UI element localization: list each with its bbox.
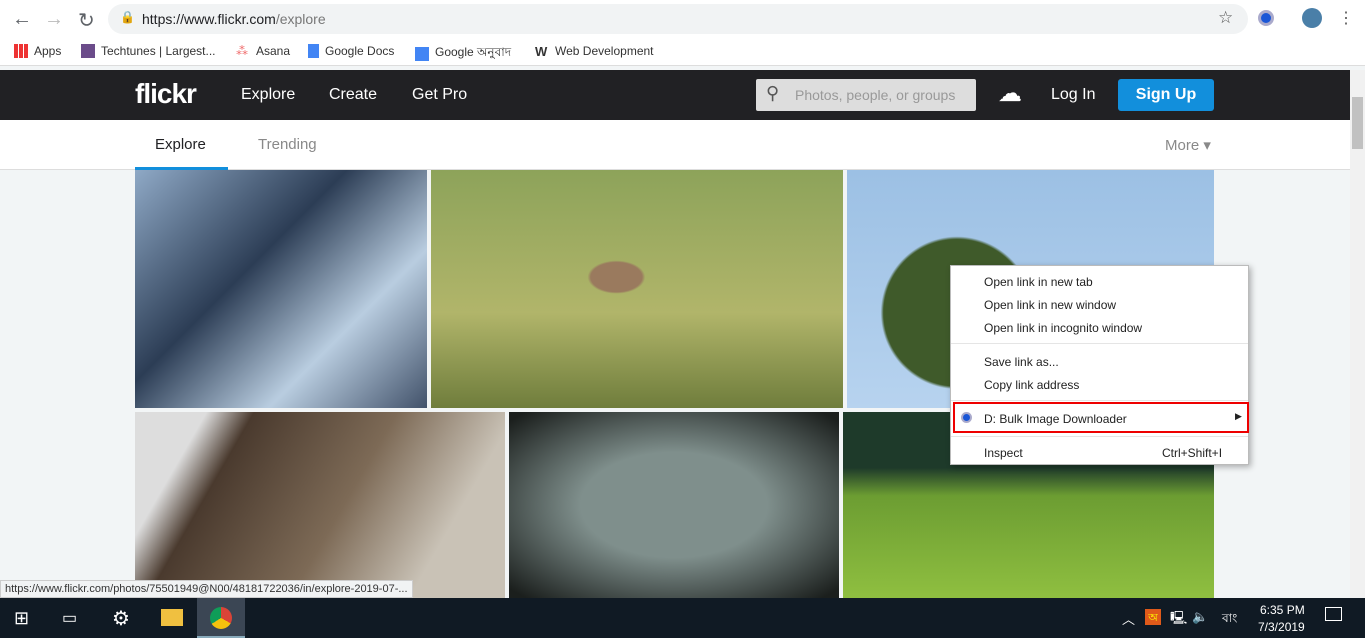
notifications-icon[interactable]: [1325, 607, 1342, 621]
submenu-arrow-icon: ▶: [1235, 411, 1242, 421]
more-dropdown[interactable]: More ▾: [1165, 136, 1211, 154]
nav-explore[interactable]: Explore: [241, 86, 295, 104]
apps-icon: [14, 44, 28, 58]
tray-chevron-icon[interactable]: ︿: [1122, 609, 1135, 628]
url-text: https://www.flickr.com/explore: [142, 11, 326, 27]
photo-building[interactable]: [135, 170, 427, 408]
bookmark-label: Apps: [34, 44, 62, 58]
login-link[interactable]: Log In: [1051, 86, 1095, 104]
language-indicator[interactable]: বাং: [1222, 610, 1237, 630]
photo-bird[interactable]: [431, 170, 843, 408]
flickr-header: flickr Explore Create Get Pro ⚲ Photos, p…: [0, 70, 1350, 120]
menu-separator: [951, 343, 1248, 344]
photo-lake[interactable]: [509, 412, 839, 598]
tab-trending[interactable]: Trending: [258, 136, 317, 153]
bookmark-google-docs[interactable]: Google Docs: [308, 44, 394, 58]
bookmark-label: Google Docs: [325, 44, 395, 58]
w-icon: W: [535, 44, 548, 59]
search-placeholder: Photos, people, or groups: [795, 87, 956, 103]
search-input[interactable]: ⚲ Photos, people, or groups: [756, 79, 976, 111]
nav-create[interactable]: Create: [329, 86, 377, 104]
tab-explore[interactable]: Explore: [155, 136, 206, 153]
chrome-icon: [210, 607, 232, 629]
clock-time[interactable]: 6:35 PM: [1260, 603, 1305, 617]
upload-cloud-icon[interactable]: ☁: [998, 79, 1022, 108]
flickr-logo[interactable]: flickr: [135, 78, 197, 110]
chrome-taskbar-button[interactable]: [197, 598, 245, 638]
avro-keyboard-icon[interactable]: অ: [1145, 609, 1161, 625]
menu-separator: [951, 400, 1248, 401]
extension-icon[interactable]: [1258, 10, 1274, 26]
inspect-shortcut: Ctrl+Shift+I: [1162, 446, 1223, 460]
menu-open-new-tab[interactable]: Open link in new tab: [984, 275, 1093, 289]
menu-copy-link[interactable]: Copy link address: [984, 378, 1079, 392]
task-view-icon[interactable]: ▭: [62, 608, 77, 628]
search-icon: ⚲: [766, 83, 780, 103]
scrollbar-thumb[interactable]: [1352, 97, 1363, 149]
bookmark-techtunes[interactable]: Techtunes | Largest...: [81, 44, 216, 58]
menu-inspect[interactable]: Inspect: [984, 446, 1023, 460]
translate-icon: [415, 47, 429, 61]
bookmark-web-development[interactable]: W Web Development: [535, 44, 654, 59]
asana-icon: ⁂: [236, 44, 248, 58]
settings-gear-icon[interactable]: ⚙: [112, 606, 130, 631]
photo-owl[interactable]: [135, 412, 505, 598]
address-bar[interactable]: 🔒 https://www.flickr.com/explore ☆: [108, 4, 1248, 34]
bookmark-label: Asana: [256, 44, 291, 58]
clock-date[interactable]: 7/3/2019: [1258, 620, 1305, 634]
bookmark-label: Web Development: [555, 44, 654, 58]
menu-bulk-image-downloader[interactable]: D: Bulk Image Downloader: [984, 412, 1127, 426]
volume-icon[interactable]: 🔈: [1192, 609, 1208, 625]
menu-save-link[interactable]: Save link as...: [984, 355, 1059, 369]
reload-icon[interactable]: ↻: [78, 8, 95, 33]
status-bar-url: https://www.flickr.com/photos/75501949@N…: [0, 580, 413, 598]
bookmarks-bar: Apps Techtunes | Largest... ⁂ Asana Googl…: [0, 37, 1365, 66]
lock-icon: 🔒: [120, 10, 135, 24]
nav-get-pro[interactable]: Get Pro: [412, 86, 467, 104]
docs-icon: [308, 44, 319, 58]
bookmark-asana[interactable]: ⁂ Asana: [236, 44, 290, 58]
avatar[interactable]: [1302, 8, 1322, 28]
menu-icon[interactable]: ⋮: [1338, 8, 1354, 28]
star-icon[interactable]: ☆: [1218, 8, 1233, 28]
file-explorer-icon[interactable]: [161, 609, 183, 626]
browser-toolbar: ← → ↻ 🔒 https://www.flickr.com/explore ☆…: [0, 0, 1365, 37]
menu-open-new-window[interactable]: Open link in new window: [984, 298, 1116, 312]
network-icon[interactable]: 🖳: [1170, 609, 1187, 631]
techtunes-icon: [81, 44, 95, 58]
menu-separator: [951, 436, 1248, 437]
forward-icon[interactable]: →: [44, 8, 64, 31]
back-icon[interactable]: ←: [12, 8, 32, 31]
bookmark-google-translate[interactable]: Google অনুবাদ: [415, 44, 511, 64]
bulk-downloader-icon: [961, 412, 972, 423]
sub-navigation: Explore Trending More ▾: [0, 120, 1350, 170]
signup-button[interactable]: Sign Up: [1118, 79, 1214, 111]
bookmark-label: Google অনুবাদ: [435, 45, 512, 59]
menu-open-incognito[interactable]: Open link in incognito window: [984, 321, 1142, 335]
taskbar: ⊞ ▭ ⚙ ︿ অ 🖳 🔈 বাং 6:35 PM 7/3/2019: [0, 598, 1365, 638]
windows-start-icon[interactable]: ⊞: [14, 608, 29, 629]
bookmark-apps[interactable]: Apps: [14, 44, 61, 58]
bookmark-label: Techtunes | Largest...: [101, 44, 216, 58]
scrollbar[interactable]: [1350, 70, 1365, 598]
context-menu: Open link in new tab Open link in new wi…: [950, 265, 1249, 465]
